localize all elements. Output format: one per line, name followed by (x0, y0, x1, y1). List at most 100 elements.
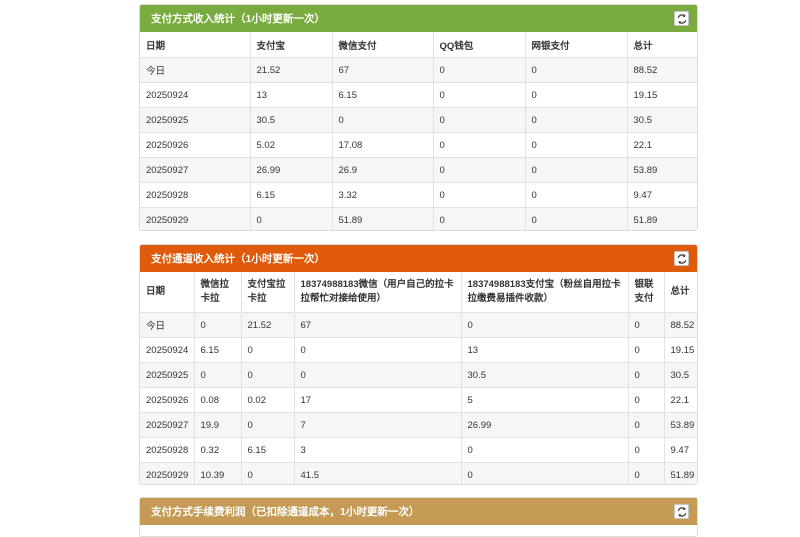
table-row: 20250929 10.39 0 41.5 0 0 51.89 (140, 462, 697, 484)
table-cell: 53.89 (627, 157, 697, 183)
fee-profit-panel: 支付方式手续费利润（已扣除通道成本，1小时更新一次） (139, 497, 698, 537)
table-cell: 0 (433, 107, 526, 133)
table-row: 20250928 6.15 3.32 0 0 9.47 (140, 182, 697, 208)
table-cell: 5 (461, 387, 629, 413)
table-cell: 17 (294, 387, 462, 413)
table-cell: 22.1 (664, 387, 697, 413)
table-cell: 0 (194, 362, 242, 388)
table-cell: 0 (433, 157, 526, 183)
col-total: 总计 (627, 32, 697, 58)
table-cell: 6.15 (194, 337, 242, 363)
table-cell: 30.5 (627, 107, 697, 133)
table-row: 20250926 0.08 0.02 17 5 0 22.1 (140, 387, 697, 413)
table-cell: 5.02 (250, 132, 333, 158)
table-row: 20250926 5.02 17.08 0 0 22.1 (140, 132, 697, 158)
table-cell: 88.52 (664, 312, 697, 338)
table-cell: 19.9 (194, 412, 242, 438)
table-cell: 今日 (140, 312, 195, 338)
table-cell: 20250929 (140, 462, 195, 484)
table-cell: 17.08 (332, 132, 434, 158)
table-cell: 0 (525, 182, 628, 208)
table-row: 今日 0 21.52 67 0 0 88.52 (140, 312, 697, 338)
table-row: 今日 21.52 67 0 0 88.52 (140, 57, 697, 83)
table-cell: 20250927 (140, 157, 251, 183)
table-cell: 67 (294, 312, 462, 338)
table-cell: 0 (294, 337, 462, 363)
col-date: 日期 (140, 272, 195, 313)
payment-method-income-table: 日期 支付宝 微信支付 QQ钱包 网银支付 总计 今日 21.52 67 0 0 88.5… (140, 32, 697, 230)
table-cell: 51.89 (332, 207, 434, 230)
table-row: 20250927 26.99 26.9 0 0 53.89 (140, 157, 697, 183)
table-cell: 30.5 (461, 362, 629, 388)
table-cell: 0 (461, 312, 629, 338)
payment-channel-income-header: 支付通道收入统计（1小时更新一次） (140, 245, 697, 272)
panel-title: 支付通道收入统计（1小时更新一次） (151, 253, 325, 265)
table-cell: 22.1 (627, 132, 697, 158)
payment-channel-income-panel: 支付通道收入统计（1小时更新一次） 日期 微信拉卡拉 支付宝拉卡拉 183749… (139, 244, 698, 485)
col-wechat-lakala: 微信拉卡拉 (194, 272, 242, 313)
table-cell: 0.08 (194, 387, 242, 413)
refresh-icon (677, 253, 686, 264)
table-cell: 51.89 (627, 207, 697, 230)
table-cell: 20250928 (140, 437, 195, 463)
table-cell: 0 (241, 412, 295, 438)
table-cell: 19.15 (664, 337, 697, 363)
table-cell: 0 (525, 82, 628, 108)
table-cell: 0 (241, 362, 295, 388)
table-cell: 0 (433, 207, 526, 230)
table-cell: 0 (525, 107, 628, 133)
table-cell: 26.99 (250, 157, 333, 183)
payment-method-income-panel: 支付方式收入统计（1小时更新一次） 日期 支付宝 微信支付 QQ钱包 网银支付 … (139, 4, 698, 231)
table-cell: 0 (194, 312, 242, 338)
table-cell: 51.89 (664, 462, 697, 484)
table-cell: 3.32 (332, 182, 434, 208)
fee-profit-header: 支付方式手续费利润（已扣除通道成本，1小时更新一次） (140, 498, 697, 525)
col-bank: 网银支付 (525, 32, 628, 58)
col-alipay: 支付宝 (250, 32, 333, 58)
table-cell: 10.39 (194, 462, 242, 484)
col-alipay-lakala: 支付宝拉卡拉 (241, 272, 295, 313)
table-cell: 20250924 (140, 82, 251, 108)
table-header-row: 日期 微信拉卡拉 支付宝拉卡拉 18374988183微信（用户自己的拉卡拉帮忙… (140, 272, 697, 313)
col-alipay-channel: 18374988183支付宝（粉丝自用拉卡拉缴费易插件收款） (461, 272, 629, 313)
table-cell: 0 (433, 132, 526, 158)
table-cell: 6.15 (332, 82, 434, 108)
table-cell: 41.5 (294, 462, 462, 484)
col-wechat: 微信支付 (332, 32, 434, 58)
table-cell: 53.89 (664, 412, 697, 438)
table-cell: 0 (433, 57, 526, 83)
table-cell: 20250924 (140, 337, 195, 363)
col-unionpay: 银联支付 (628, 272, 665, 313)
table-cell: 88.52 (627, 57, 697, 83)
table-cell: 13 (250, 82, 333, 108)
table-cell: 26.9 (332, 157, 434, 183)
table-row: 20250924 6.15 0 0 13 0 19.15 (140, 337, 697, 363)
refresh-button[interactable] (674, 251, 689, 266)
table-cell: 0 (525, 157, 628, 183)
table-cell: 67 (332, 57, 434, 83)
refresh-button[interactable] (674, 504, 689, 519)
col-qq-wallet: QQ钱包 (433, 32, 526, 58)
table-cell: 0 (250, 207, 333, 230)
table-cell: 0 (294, 362, 462, 388)
table-cell: 3 (294, 437, 462, 463)
col-total: 总计 (664, 272, 697, 313)
col-date: 日期 (140, 32, 251, 58)
col-wechat-channel: 18374988183微信（用户自己的拉卡拉帮忙对接给使用） (294, 272, 462, 313)
table-row: 20250925 0 0 0 30.5 0 30.5 (140, 362, 697, 388)
table-row: 20250925 30.5 0 0 0 30.5 (140, 107, 697, 133)
panel-title: 支付方式手续费利润（已扣除通道成本，1小时更新一次） (151, 506, 420, 518)
table-cell: 6.15 (241, 437, 295, 463)
refresh-button[interactable] (674, 11, 689, 26)
table-cell: 0 (628, 337, 665, 363)
table-cell: 20250927 (140, 412, 195, 438)
payment-channel-income-table: 日期 微信拉卡拉 支付宝拉卡拉 18374988183微信（用户自己的拉卡拉帮忙… (140, 272, 697, 484)
table-cell: 20250926 (140, 387, 195, 413)
table-cell: 9.47 (664, 437, 697, 463)
table-cell: 0 (628, 412, 665, 438)
table-row: 20250927 19.9 0 7 26.99 0 53.89 (140, 412, 697, 438)
table-cell: 0 (433, 182, 526, 208)
table-cell: 0 (461, 462, 629, 484)
table-cell: 9.47 (627, 182, 697, 208)
table-cell: 0 (525, 207, 628, 230)
